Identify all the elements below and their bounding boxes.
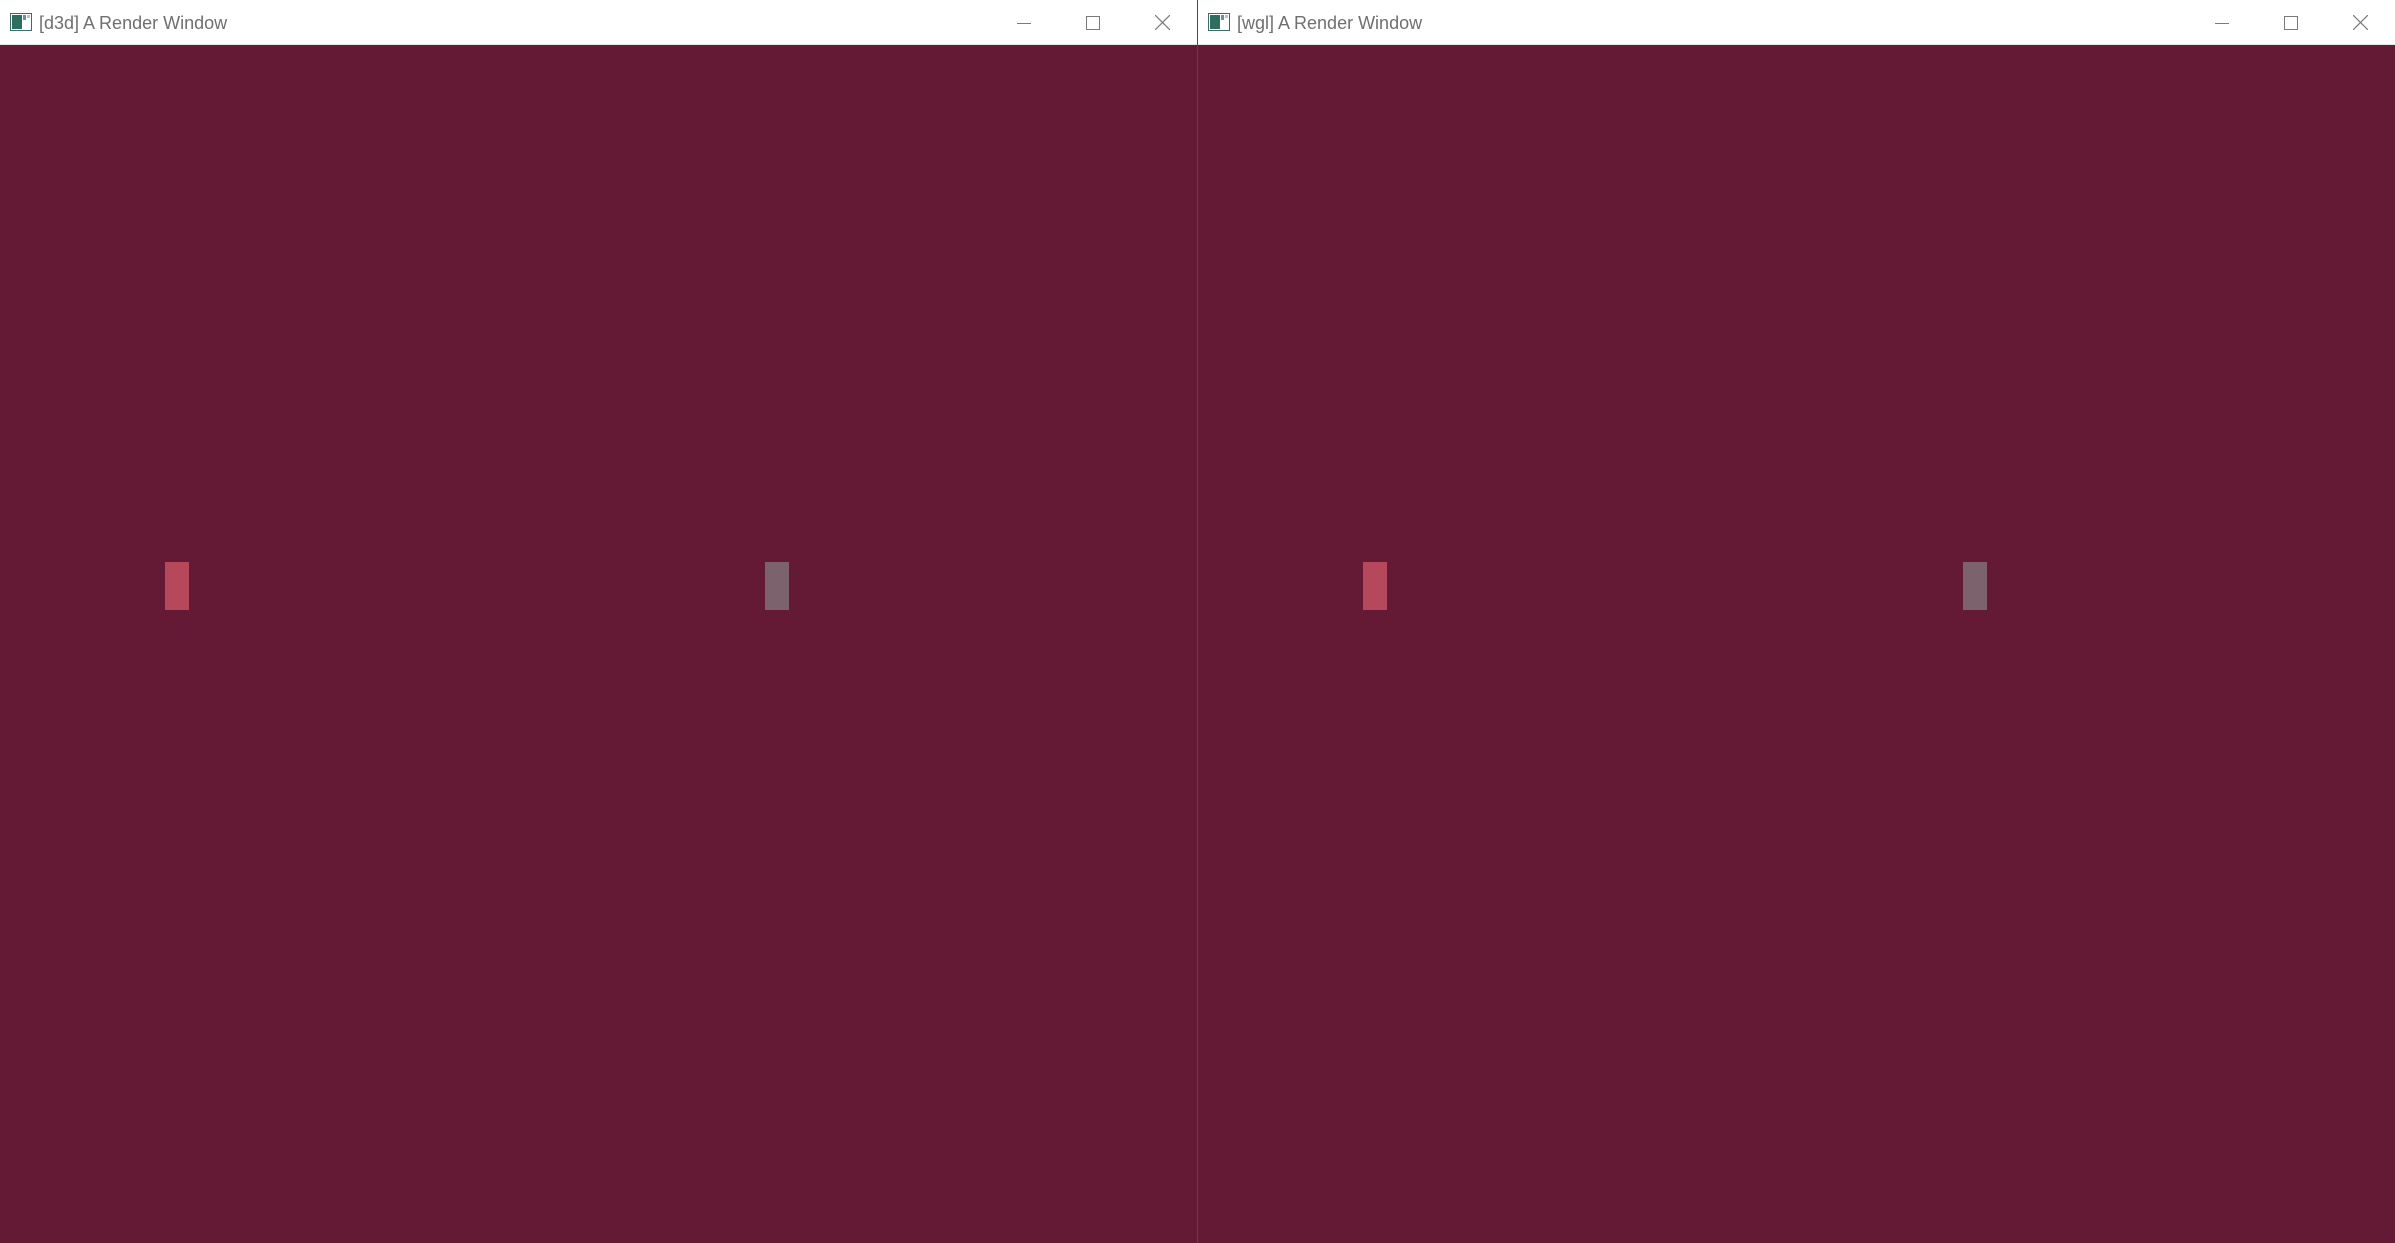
maximize-icon: [1085, 15, 1100, 30]
window-title: [d3d] A Render Window: [39, 13, 228, 33]
minimize-icon: [2214, 16, 2229, 30]
window-title: [wgl] A Render Window: [1237, 13, 1423, 33]
close-button[interactable]: [2326, 0, 2395, 45]
app-window-icon: [1208, 13, 1230, 31]
render-viewport[interactable]: [1198, 45, 2395, 1243]
minimize-button[interactable]: [2187, 0, 2256, 45]
grey-quad: [765, 562, 789, 610]
red-quad: [1363, 562, 1387, 610]
render-viewport[interactable]: [0, 45, 1197, 1243]
close-button[interactable]: [1128, 0, 1197, 45]
minimize-icon: [1016, 16, 1031, 30]
render-window-wgl[interactable]: [wgl] A Render Window: [1198, 0, 2395, 1243]
app-window-icon: [10, 13, 32, 31]
desktop: [d3d] A Render Window [wgl] A Render Win…: [0, 0, 2395, 1243]
title-bar[interactable]: [wgl] A Render Window: [1198, 0, 2395, 45]
render-window-d3d[interactable]: [d3d] A Render Window: [0, 0, 1197, 1243]
maximize-button[interactable]: [2256, 0, 2325, 45]
close-icon: [2353, 15, 2368, 30]
title-bar[interactable]: [d3d] A Render Window: [0, 0, 1197, 45]
grey-quad: [1963, 562, 1987, 610]
maximize-button[interactable]: [1058, 0, 1127, 45]
maximize-icon: [2283, 15, 2298, 30]
close-icon: [1155, 15, 1170, 30]
red-quad: [165, 562, 189, 610]
minimize-button[interactable]: [989, 0, 1058, 45]
